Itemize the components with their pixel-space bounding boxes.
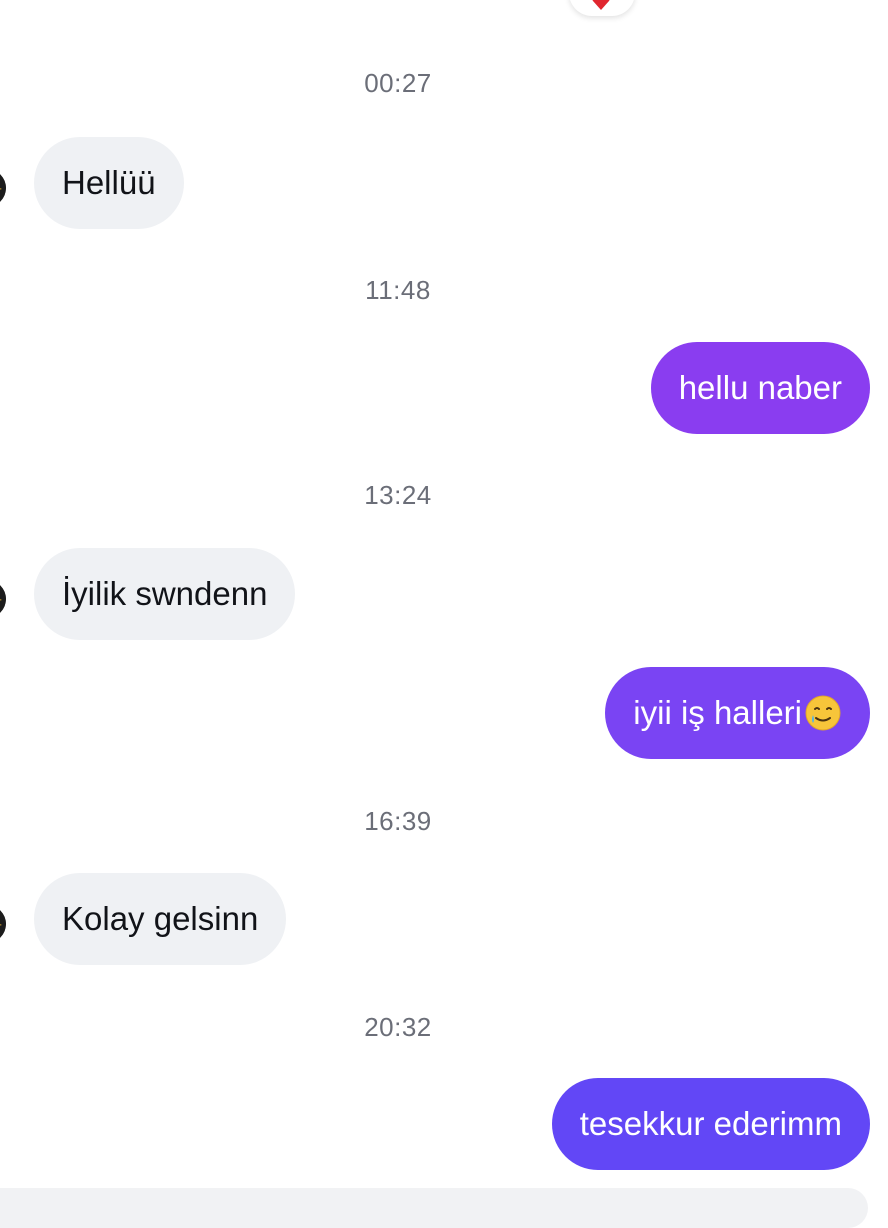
timestamp: 11:48	[365, 275, 431, 305]
message-text: İyilik swndenn	[62, 575, 268, 612]
timestamp: 13:24	[364, 480, 432, 510]
avatar[interactable]	[0, 169, 6, 207]
message-text: Kolay gelsinn	[62, 900, 259, 937]
message-bubble-outgoing[interactable]: hellu naber	[650, 342, 870, 434]
message-bubble-incoming[interactable]: Hellüü	[34, 137, 184, 229]
smiling-face-with-tear-icon	[805, 695, 841, 731]
message-bubble-incoming[interactable]: Kolay gelsinn	[34, 873, 287, 965]
message-text: hellu naber	[678, 369, 842, 406]
message-bubble-outgoing[interactable]: tesekkur ederimm	[551, 1078, 870, 1170]
timestamp: 00:27	[364, 68, 432, 98]
timestamp: 20:32	[364, 1012, 432, 1042]
message-bubble-outgoing[interactable]: iyii iş halleri	[605, 667, 870, 759]
message-composer[interactable]	[0, 1188, 868, 1228]
message-text: Hellüü	[62, 164, 156, 201]
avatar[interactable]	[0, 580, 6, 618]
timestamp: 16:39	[364, 806, 432, 836]
message-text: iyii iş halleri	[633, 694, 802, 731]
message-bubble-incoming[interactable]: İyilik swndenn	[34, 548, 296, 640]
avatar[interactable]	[0, 905, 6, 943]
message-text: tesekkur ederimm	[579, 1105, 842, 1142]
heart-icon	[592, 0, 610, 10]
